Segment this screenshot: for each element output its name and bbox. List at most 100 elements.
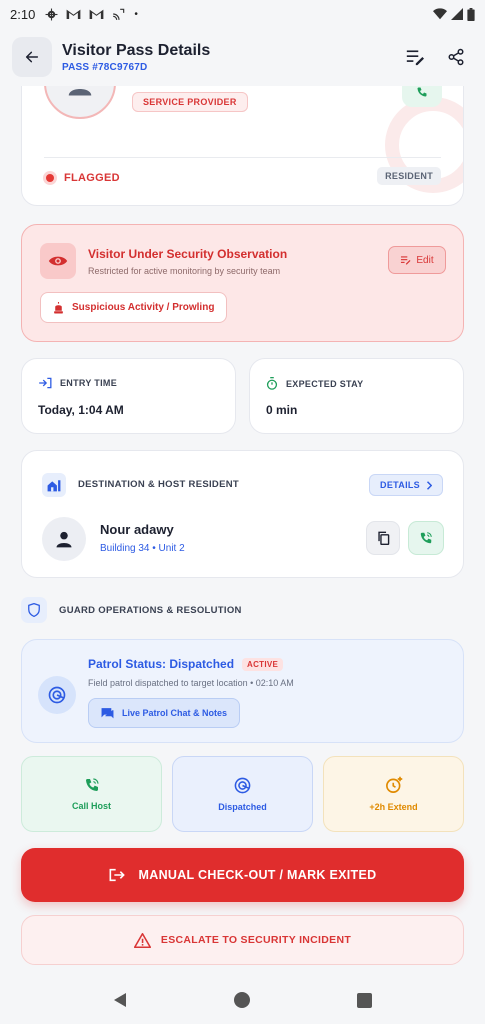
shield-icon	[28, 603, 40, 617]
manual-checkout-label: MANUAL CHECK-OUT / MARK EXITED	[138, 868, 377, 882]
expected-stay-value: 0 min	[266, 403, 298, 417]
divider	[44, 157, 441, 158]
host-name: Nour adawy	[100, 522, 174, 537]
edit-notes-icon	[401, 256, 411, 265]
signal-icon	[451, 8, 463, 20]
dot-icon: •	[134, 8, 138, 20]
destination-title: DESTINATION & HOST RESIDENT	[78, 479, 239, 490]
entry-time-card: ENTRY TIME Today, 1:04 AM	[21, 358, 236, 434]
resident-badge: RESIDENT	[377, 167, 441, 185]
escalate-label: ESCALATE TO SECURITY INCIDENT	[160, 934, 352, 946]
extend-button[interactable]: +2h Extend	[323, 756, 464, 832]
call-host-button[interactable]: Call Host	[21, 756, 162, 832]
home-icon-box	[42, 473, 66, 497]
expected-stay-label: EXPECTED STAY	[286, 378, 364, 389]
flag-dot-icon	[46, 174, 54, 182]
manual-checkout-button[interactable]: MANUAL CHECK-OUT / MARK EXITED	[21, 848, 464, 902]
more-time-icon	[385, 776, 402, 793]
edit-label: Edit	[416, 254, 434, 266]
gear-icon	[45, 8, 58, 20]
observation-title: Visitor Under Security Observation	[88, 247, 288, 261]
share-icon[interactable]	[447, 48, 465, 66]
call-host-mini-button[interactable]	[408, 521, 444, 555]
patrol-status-card: Patrol Status: Dispatched ACTIVE Field p…	[21, 639, 464, 743]
content-scroll[interactable]: SERVICE PROVIDER FLAGGED RESIDENT Visito…	[0, 86, 485, 976]
alarm-light-icon	[54, 301, 63, 313]
battery-icon	[467, 7, 475, 21]
patrol-active-badge: ACTIVE	[242, 657, 284, 671]
pass-id: PASS #78C9767D	[62, 61, 148, 73]
nav-home-icon[interactable]	[233, 991, 251, 1009]
patrol-subtitle: Field patrol dispatched to target locati…	[88, 678, 294, 688]
radar-icon	[234, 777, 251, 793]
wifi-icon	[433, 8, 447, 20]
live-patrol-chat-label: Live Patrol Chat & Notes	[122, 708, 228, 718]
observation-subtitle: Restricted for active monitoring by secu…	[88, 266, 281, 276]
nav-recents-icon[interactable]	[357, 992, 372, 1008]
host-unit: Building 34 • Unit 2	[100, 543, 185, 554]
patrol-title: Patrol Status: Dispatched	[88, 657, 235, 671]
dispatched-button[interactable]: Dispatched	[172, 756, 313, 832]
arrow-left-icon	[25, 51, 39, 63]
app-bar-actions	[405, 48, 473, 66]
system-status-icons	[433, 7, 475, 21]
app-bar-titles: Visitor Pass Details PASS #78C9767D	[62, 42, 210, 73]
visitor-profile-card: SERVICE PROVIDER FLAGGED RESIDENT	[21, 86, 464, 206]
person-icon	[56, 531, 72, 548]
copy-icon	[377, 531, 389, 545]
details-label: DETAILS	[380, 480, 420, 490]
gmail-icon	[89, 9, 104, 19]
observation-reason: Suspicious Activity / Prowling	[72, 302, 215, 313]
eye-icon-box	[40, 243, 76, 279]
phone-in-talk-icon	[85, 778, 99, 791]
home-work-icon	[47, 479, 61, 491]
flag-status: FLAGGED	[46, 172, 120, 184]
entry-time-label: ENTRY TIME	[60, 378, 118, 388]
guard-operations-title: GUARD OPERATIONS & RESOLUTION	[59, 604, 242, 616]
dispatched-label: Dispatched	[218, 801, 267, 812]
timer-icon	[266, 377, 278, 390]
system-nav-bar	[0, 976, 485, 1024]
page-title: Visitor Pass Details	[62, 41, 211, 59]
expected-stay-card: EXPECTED STAY 0 min	[249, 358, 464, 434]
nav-back-icon[interactable]	[113, 992, 127, 1008]
status-bar: 2:10 •	[0, 0, 485, 28]
notification-icons: •	[45, 8, 138, 21]
back-button[interactable]	[12, 37, 52, 77]
call-host-label: Call Host	[71, 801, 111, 811]
edit-observation-button[interactable]: Edit	[388, 246, 446, 274]
extend-label: +2h Extend	[369, 802, 418, 812]
patrol-title-row: Patrol Status: Dispatched ACTIVE	[88, 657, 284, 671]
flag-label: FLAGGED	[64, 172, 120, 184]
role-badge: SERVICE PROVIDER	[132, 92, 248, 112]
destination-host-card: DESTINATION & HOST RESIDENT DETAILS Nour…	[21, 450, 464, 578]
logout-icon	[109, 868, 125, 882]
observation-reason-chip[interactable]: Suspicious Activity / Prowling	[40, 292, 228, 323]
visitor-avatar	[44, 86, 116, 119]
entry-time-value: Today, 1:04 AM	[38, 403, 124, 417]
app-bar: Visitor Pass Details PASS #78C9767D	[0, 28, 485, 86]
guard-operations-header: GUARD OPERATIONS & RESOLUTION	[21, 597, 242, 623]
gmail-icon	[66, 9, 81, 19]
person-icon	[68, 88, 92, 96]
phone-in-talk-icon	[420, 532, 432, 544]
escalate-incident-button[interactable]: ESCALATE TO SECURITY INCIDENT	[21, 915, 464, 965]
radar-icon	[48, 686, 66, 704]
host-avatar	[42, 517, 86, 561]
entry-time-label-row: ENTRY TIME	[38, 377, 117, 389]
copy-button[interactable]	[366, 521, 400, 555]
chat-icon	[101, 708, 114, 719]
live-patrol-chat-button[interactable]: Live Patrol Chat & Notes	[88, 698, 241, 728]
radar-icon-circle	[38, 676, 76, 714]
details-button[interactable]: DETAILS	[369, 474, 443, 496]
warning-icon	[133, 932, 151, 948]
status-time: 2:10	[10, 6, 36, 22]
login-icon	[39, 377, 52, 389]
eye-icon	[48, 256, 68, 266]
edit-notes-icon[interactable]	[405, 48, 425, 66]
shield-icon-box	[21, 597, 47, 623]
phone-icon	[417, 87, 427, 97]
cast-icon	[113, 8, 125, 20]
security-observation-card: Visitor Under Security Observation Restr…	[21, 224, 464, 342]
visitor-call-button[interactable]	[402, 86, 442, 107]
